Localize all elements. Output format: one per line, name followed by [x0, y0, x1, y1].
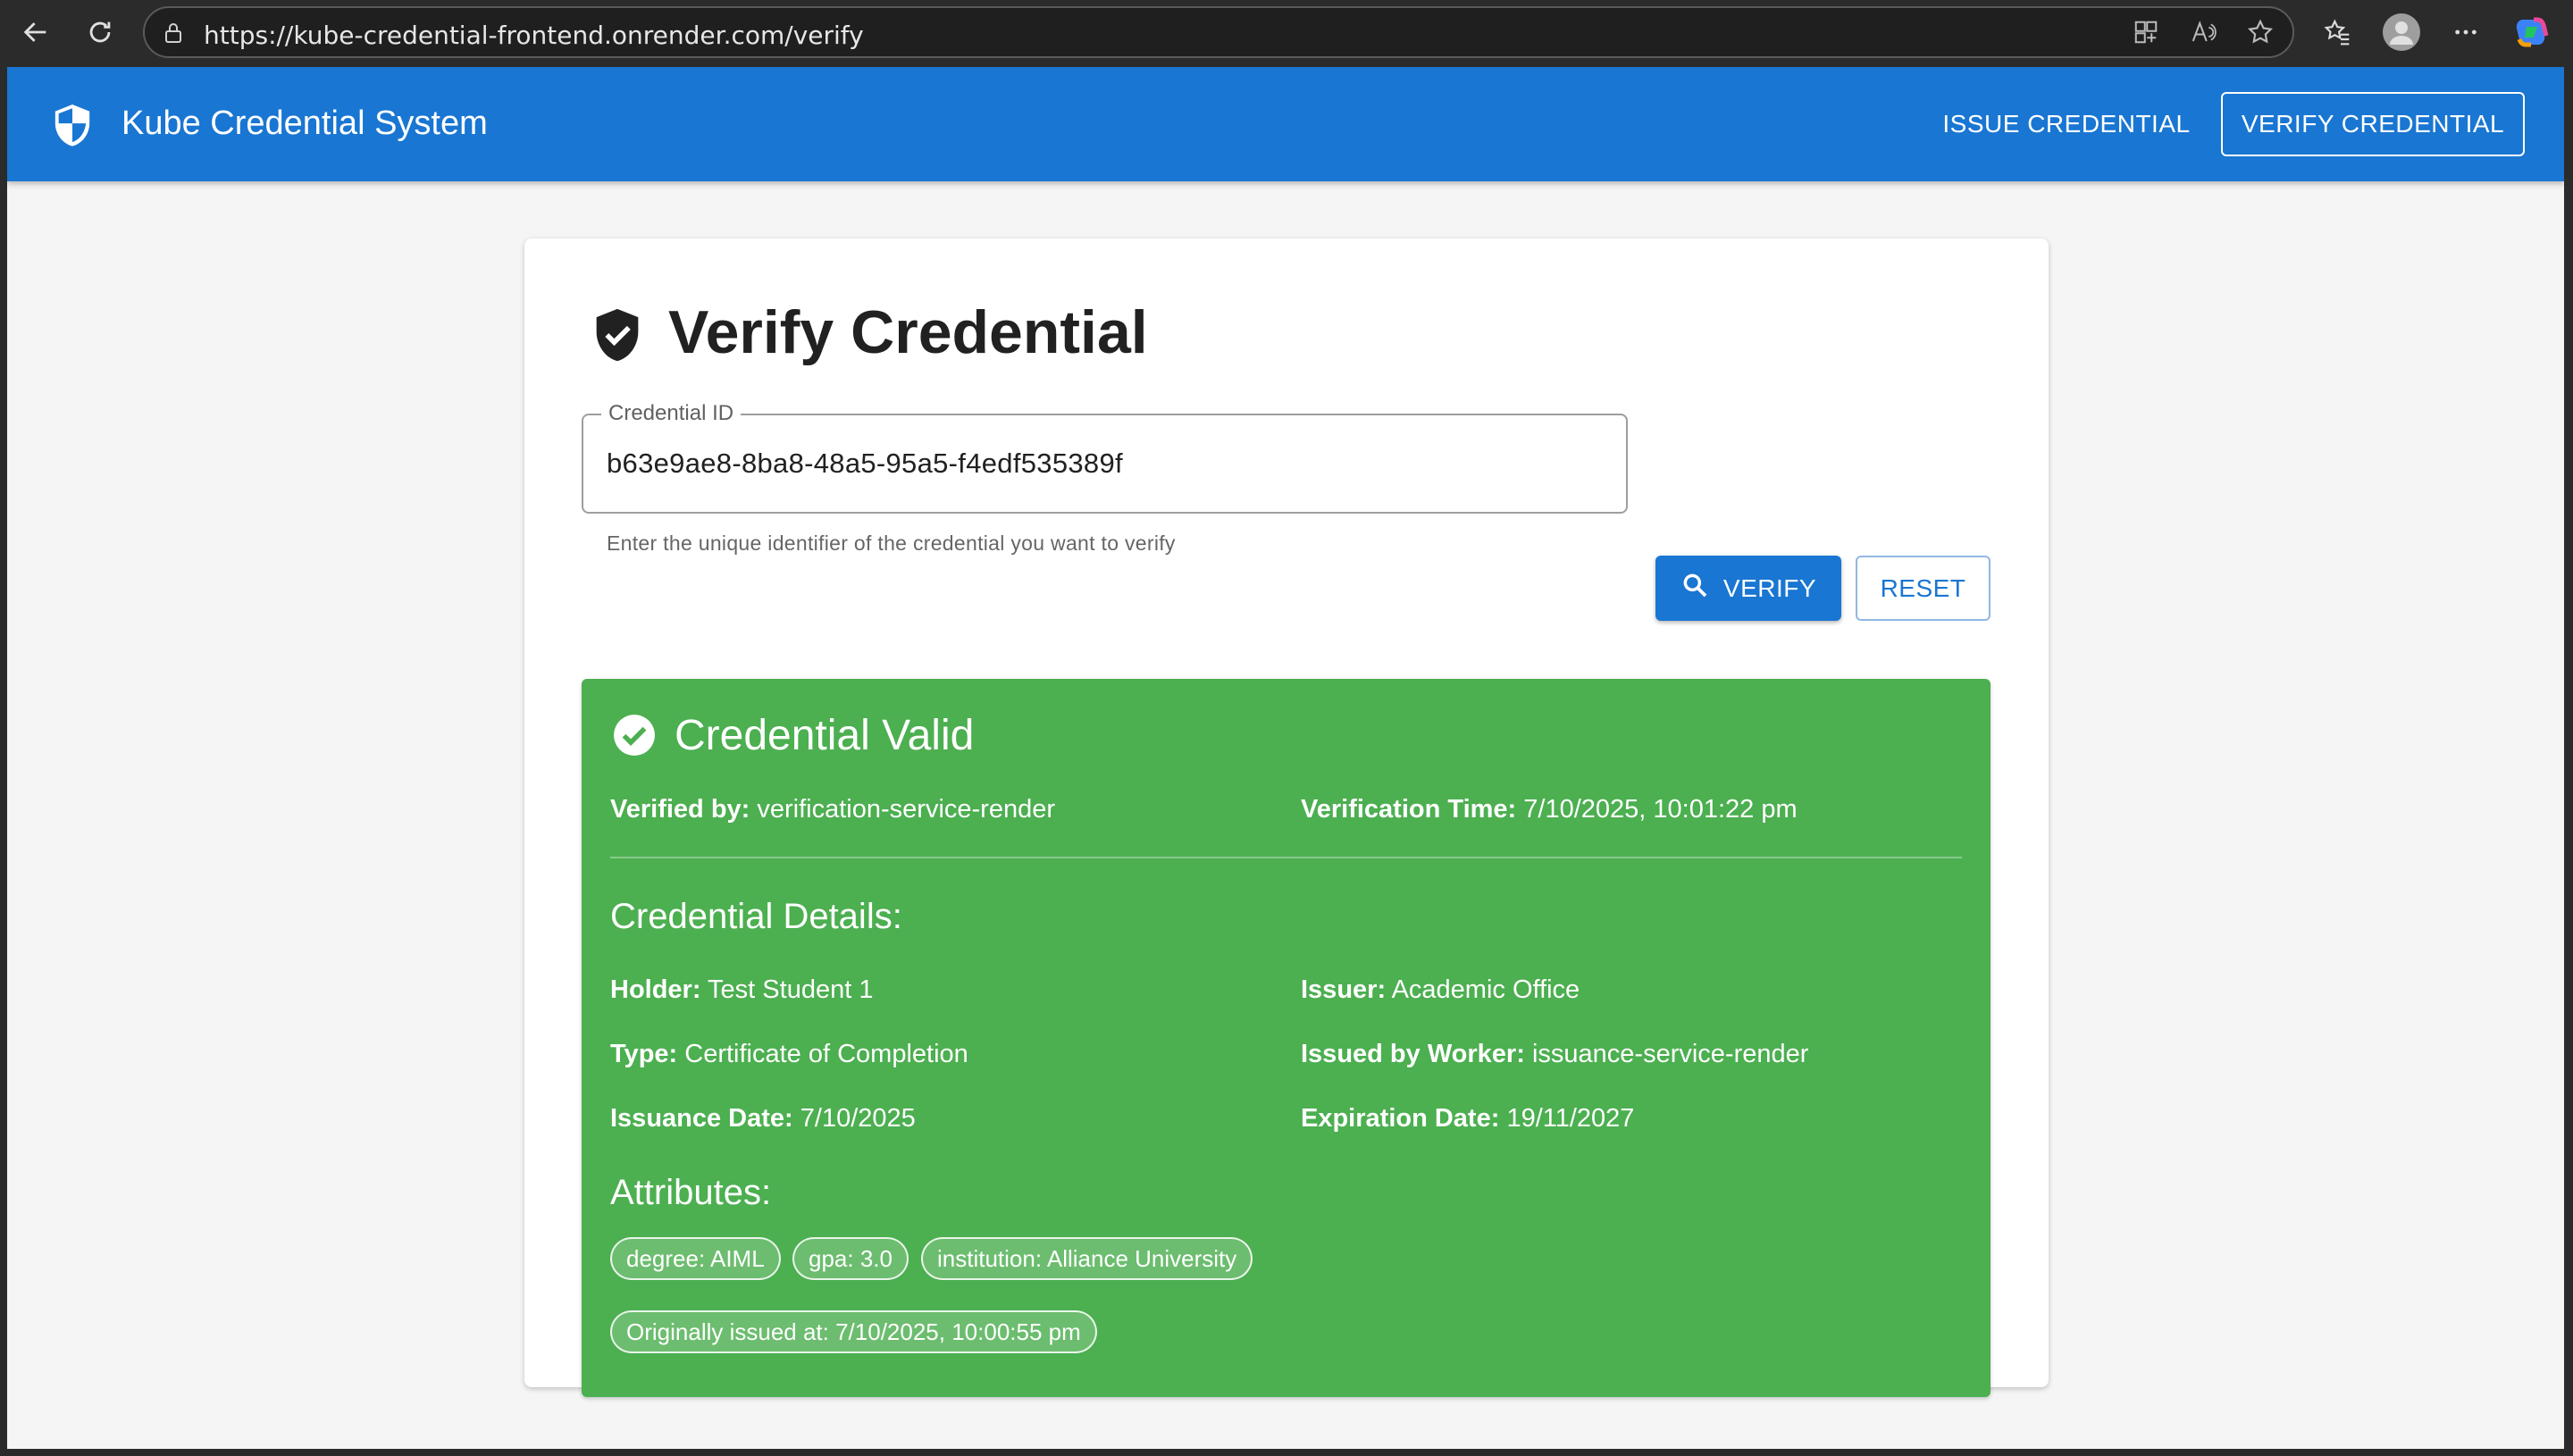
search-icon [1680, 571, 1709, 606]
address-bar[interactable]: https://kube-credential-frontend.onrende… [143, 6, 2294, 58]
attribute-chip: degree: AIML [610, 1237, 781, 1280]
issuance-date-row: Issuance Date: 7/10/2025 [610, 1104, 916, 1134]
issuer-row: Issuer: Academic Office [1301, 975, 1580, 1005]
issuer-label: Issuer: [1301, 975, 1387, 1004]
issued-by-worker-label: Issued by Worker: [1301, 1040, 1525, 1068]
more-options-icon[interactable] [2446, 13, 2485, 52]
app-title: Kube Credential System [122, 105, 488, 142]
verify-button-label: VERIFY [1722, 573, 1817, 602]
verify-button[interactable]: VERIFY [1655, 556, 1841, 621]
credential-id-input[interactable]: b63e9ae8-8ba8-48a5-95a5-f4edf535389f [607, 448, 1123, 480]
verification-time-value: 7/10/2025, 10:01:22 pm [1523, 795, 1798, 824]
expiration-date-value: 19/11/2027 [1506, 1104, 1635, 1133]
result-title: Credential Valid [675, 712, 975, 759]
holder-row: Holder: Test Student 1 [610, 975, 873, 1005]
verified-shield-icon [592, 306, 642, 368]
verification-result-panel: Credential Valid Verified by: verificati… [582, 679, 1991, 1397]
credential-id-helper-text: Enter the unique identifier of the crede… [607, 531, 1176, 555]
verification-time-label: Verification Time: [1301, 795, 1517, 824]
lock-icon [163, 21, 184, 49]
attributes-heading: Attributes: [610, 1173, 772, 1212]
browser-toolbar: https://kube-credential-frontend.onrende… [0, 0, 2573, 64]
issued-by-worker-row: Issued by Worker: issuance-service-rende… [1301, 1040, 1808, 1069]
verify-card: Verify Credential Credential ID b63e9ae8… [524, 238, 2049, 1397]
expiration-date-row: Expiration Date: 19/11/2027 [1301, 1104, 1634, 1134]
type-value: Certificate of Completion [684, 1040, 968, 1068]
expiration-date-label: Expiration Date: [1301, 1104, 1500, 1133]
credential-id-field[interactable]: Credential ID b63e9ae8-8ba8-48a5-95a5-f4… [582, 401, 1628, 514]
page-title: Verify Credential [668, 298, 1148, 366]
issued-by-worker-value: issuance-service-render [1531, 1040, 1809, 1068]
favorites-icon[interactable] [2317, 13, 2357, 52]
check-circle-icon [612, 713, 657, 762]
result-divider [610, 857, 1962, 858]
app-header: Kube Credential System ISSUE CREDENTIAL … [7, 67, 2564, 181]
issuance-date-label: Issuance Date: [610, 1104, 793, 1133]
issuer-value: Academic Office [1391, 975, 1580, 1004]
issuance-date-value: 7/10/2025 [800, 1104, 916, 1133]
verify-credential-nav-button[interactable]: VERIFY CREDENTIAL [2221, 92, 2525, 156]
reset-button[interactable]: RESET [1856, 556, 1991, 621]
verified-by-label: Verified by: [610, 795, 750, 824]
refresh-icon[interactable] [80, 13, 120, 52]
verified-by-value: verification-service-render [757, 795, 1056, 824]
credential-id-label: Credential ID [601, 401, 742, 426]
credential-details-heading: Credential Details: [610, 897, 902, 936]
url-text: https://kube-credential-frontend.onrende… [204, 21, 864, 50]
original-issue-chip: Originally issued at: 7/10/2025, 10:00:5… [610, 1310, 1097, 1353]
app-viewport: Kube Credential System ISSUE CREDENTIAL … [7, 67, 2564, 1449]
shield-logo-icon [52, 103, 93, 152]
type-row: Type: Certificate of Completion [610, 1040, 968, 1069]
issue-credential-nav-button[interactable]: ISSUE CREDENTIAL [1937, 92, 2196, 156]
app-view-icon[interactable] [2126, 13, 2166, 52]
holder-label: Holder: [610, 975, 701, 1004]
type-label: Type: [610, 1040, 678, 1068]
holder-value: Test Student 1 [708, 975, 874, 1004]
copilot-icon[interactable] [2512, 13, 2552, 52]
attribute-chip: gpa: 3.0 [792, 1237, 909, 1280]
profile-avatar-icon[interactable] [2382, 13, 2421, 52]
verification-time-row: Verification Time: 7/10/2025, 10:01:22 p… [1301, 795, 1798, 824]
attribute-chip: institution: Alliance University [921, 1237, 1253, 1280]
back-icon[interactable] [16, 13, 55, 52]
favorite-star-icon[interactable] [2241, 13, 2280, 52]
read-aloud-icon[interactable] [2183, 13, 2223, 52]
verified-by-row: Verified by: verification-service-render [610, 795, 1055, 824]
